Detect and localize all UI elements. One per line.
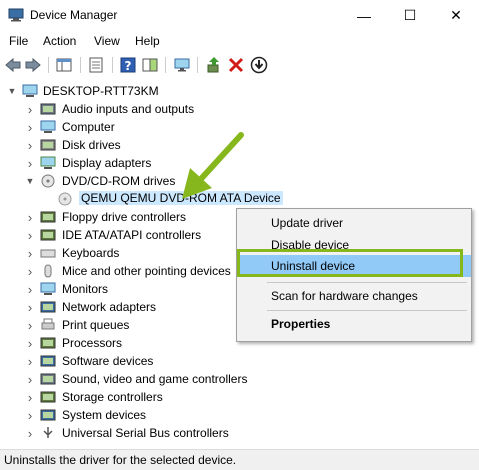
status-text: Uninstalls the driver for the selected d… (4, 453, 237, 467)
status-bar: Uninstalls the driver for the selected d… (0, 449, 479, 470)
annotation-arrow-icon (182, 132, 244, 199)
